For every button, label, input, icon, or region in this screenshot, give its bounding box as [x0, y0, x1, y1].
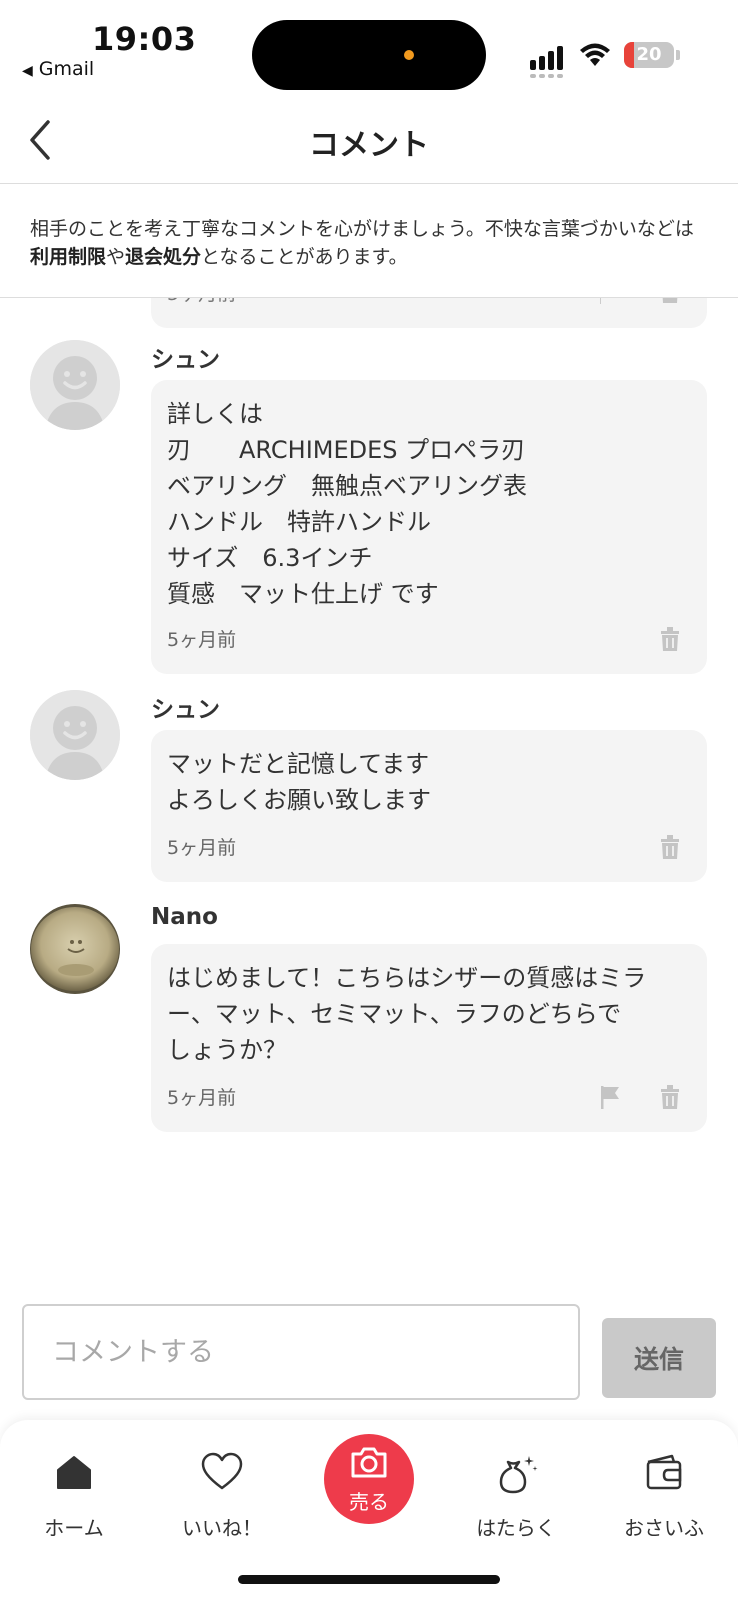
battery-tip	[676, 50, 680, 60]
notice-text-3: となることがあります。	[201, 246, 408, 268]
tab-home[interactable]: ホーム	[0, 1420, 148, 1540]
comment-line: 刃 ARCHIMEDES プロペラ刃	[167, 436, 526, 464]
tab-label: 売る	[349, 1490, 389, 1514]
camera-icon	[351, 1447, 387, 1478]
comment-line: 質感 マット仕上げ です	[167, 580, 439, 608]
page-title: コメント	[309, 128, 429, 163]
dynamic-island	[252, 20, 486, 90]
user-avatar[interactable]	[30, 340, 120, 430]
battery-icon: 20	[624, 42, 674, 68]
comment-line: マットだと記憶してます	[167, 750, 430, 778]
tab-work[interactable]: はたらく	[442, 1420, 590, 1540]
back-app-label: Gmail	[38, 58, 95, 80]
trash-icon[interactable]	[659, 834, 681, 860]
comment-line: ハンドル 特許ハンドル	[167, 508, 431, 536]
comment-input-row: 送信	[0, 1300, 738, 1426]
comment-line: サイズ 6.3インチ	[167, 544, 373, 572]
comment-list[interactable]: 5ヶ月前 シュン 詳しくは 刃 ARCHIMEDES プロペラ刃 ベアリング 無…	[0, 298, 738, 1298]
wifi-icon	[580, 43, 610, 66]
comment-bubble: 詳しくは 刃 ARCHIMEDES プロペラ刃 ベアリング 無触点ベアリング表 …	[151, 380, 707, 674]
notice-text-1: 相手のことを考え丁寧なコメントを心がけましょう。不快な言葉づかいなどは	[30, 218, 694, 240]
comment-line: ー、マット、セミマット、ラフのどちらで	[167, 1000, 622, 1028]
home-indicator[interactable]	[238, 1575, 500, 1584]
comment-line: 詳しくは	[167, 400, 263, 428]
comment-bubble-partial: 5ヶ月前	[151, 298, 707, 328]
bottom-tab-bar: ホーム いいね！ 売る はたらく おさいふ	[0, 1420, 738, 1600]
comment-username[interactable]: Nano	[151, 904, 218, 930]
nav-header: コメント	[0, 96, 738, 184]
money-bag-icon	[499, 1456, 538, 1494]
trash-icon[interactable]	[659, 626, 681, 652]
default-avatar-icon	[30, 690, 120, 780]
tab-wallet[interactable]: おさいふ	[590, 1420, 738, 1540]
comment-time: 5ヶ月前	[167, 1087, 237, 1109]
wallet-icon	[646, 1454, 682, 1490]
notice-text-2: や	[106, 246, 126, 268]
comment-bubble: マットだと記憶してます よろしくお願い致します 5ヶ月前	[151, 730, 707, 882]
tab-label: いいね！	[182, 1516, 262, 1540]
comment-line: しょうか？	[167, 1036, 287, 1064]
status-time: 19:03	[92, 20, 197, 58]
default-avatar-icon	[30, 340, 120, 430]
comment-username[interactable]: シュン	[151, 690, 220, 724]
comment-bubble: はじめまして！こちらはシザーの質感はミラ ー、マット、セミマット、ラフのどちらで…	[151, 944, 707, 1132]
home-icon	[57, 1456, 91, 1489]
trash-icon[interactable]	[659, 1084, 681, 1110]
privacy-indicator-dot	[404, 50, 414, 60]
heart-icon	[201, 1452, 243, 1490]
battery-percent: 20	[636, 44, 662, 65]
comment-line: よろしくお願い致します	[167, 786, 431, 814]
divider	[600, 298, 601, 304]
send-button[interactable]: 送信	[602, 1318, 716, 1398]
comment-username[interactable]: シュン	[151, 340, 220, 374]
comment-line: ベアリング 無触点ベアリング表	[167, 472, 527, 500]
comment-time: 5ヶ月前	[167, 629, 237, 651]
comment-time: 5ヶ月前	[167, 837, 237, 859]
user-avatar[interactable]	[30, 690, 120, 780]
tab-likes[interactable]: いいね！	[148, 1420, 296, 1540]
avatar-photo-icon	[30, 904, 120, 994]
comment-line: はじめまして！こちらはシザーの質感はミラ	[167, 964, 647, 992]
tab-label: おさいふ	[624, 1516, 704, 1540]
tab-label: ホーム	[44, 1516, 104, 1540]
back-to-app-link[interactable]: ◀ Gmail	[22, 58, 94, 80]
tab-label: はたらく	[476, 1516, 556, 1540]
cellular-signal-icon	[530, 40, 568, 78]
status-bar: 19:03 ◀ Gmail 20	[0, 0, 738, 96]
back-triangle-icon: ◀	[22, 63, 33, 79]
notice-bold-usage-restriction: 利用制限	[30, 246, 107, 268]
comment-input[interactable]	[22, 1304, 580, 1400]
comment-time: 5ヶ月前	[167, 298, 236, 306]
user-avatar-photo[interactable]	[30, 904, 120, 994]
comment-guideline-notice: 相手のことを考え丁寧なコメントを心がけましょう。不快な言葉づかいなどは利用制限や…	[0, 185, 738, 298]
notice-bold-account-deletion: 退会処分	[125, 246, 202, 268]
flag-icon[interactable]	[599, 1084, 621, 1110]
trash-icon[interactable]	[659, 298, 681, 304]
